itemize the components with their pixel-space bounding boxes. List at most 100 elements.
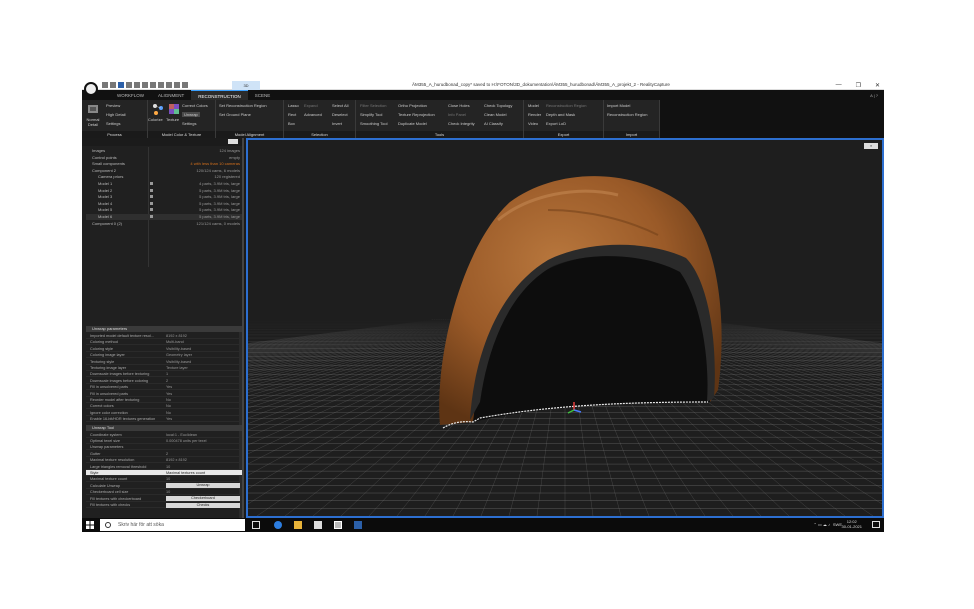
parameter-value[interactable]: Geometry layer [166, 352, 192, 358]
parameter-value[interactable]: Texture layer [166, 365, 188, 371]
tree-row[interactable]: Component 2 120/124 cams, 6 models [86, 168, 242, 174]
scene-canvas[interactable] [248, 140, 882, 516]
tree-row[interactable]: Component 0 (2) 121/124 cams, 0 models [86, 221, 242, 227]
workspace-layout-icon[interactable] [166, 82, 172, 88]
deselect-button[interactable]: Deselect [332, 112, 348, 117]
workspace-layout-icon[interactable] [150, 82, 156, 88]
parameter-row[interactable]: Texturing image layer Texture layer [86, 365, 242, 371]
edge-browser-icon[interactable] [274, 521, 282, 529]
color-settings-button[interactable]: Settings [182, 121, 196, 126]
store-icon[interactable] [314, 521, 322, 529]
export-reconstruction-region-button[interactable]: Reconstruction Region [546, 103, 586, 108]
parameter-value[interactable]: Yes [166, 384, 172, 390]
advanced-button[interactable]: Advanced [304, 112, 322, 117]
notifications-icon[interactable] [872, 521, 880, 528]
workspace-layout-icon[interactable] [102, 82, 108, 88]
parameter-value[interactable]: 10 [166, 489, 170, 495]
close-holes-button[interactable]: Close Holes [448, 103, 470, 108]
parameter-row[interactable]: Fill in unsolvered parts Yes [86, 391, 242, 397]
tree-row[interactable]: Control points empty [86, 155, 242, 161]
parameters-section-header[interactable]: Unwrap Tool [86, 424, 242, 431]
parameter-row[interactable]: Unwrap parameters [86, 444, 242, 451]
depth-and-mask-button[interactable]: Depth and Mask [546, 112, 575, 117]
model-visibility-icon[interactable] [150, 201, 153, 205]
parameter-row[interactable]: Coloring method Multi-band [86, 339, 242, 346]
export-lod-button[interactable]: Export LoD [546, 121, 566, 126]
workspace-layout-icon[interactable] [110, 82, 116, 88]
import-model-button[interactable]: Import Model [607, 103, 630, 108]
tree-row[interactable]: Model 3 5 parts, 3.9M tris, large [86, 194, 242, 200]
process-settings-button[interactable]: Settings [106, 121, 120, 126]
parameter-row[interactable]: Calculate Unwrap Unwrap [86, 483, 242, 489]
3d-viewport[interactable]: ≡ [246, 138, 884, 518]
parameter-row[interactable]: Fill textures with checkerboard Checkerbo… [86, 496, 242, 502]
parameter-row[interactable]: Enable 16-bit/HDR textures generation Yes [86, 416, 242, 423]
workspace-layout-icon[interactable] [174, 82, 180, 88]
set-reconstruction-region-button[interactable]: Set Reconstruction Region [219, 103, 267, 108]
parameter-row[interactable]: Coordinate system local:1 - Euclidean [86, 432, 242, 438]
word-icon[interactable] [354, 521, 362, 529]
parameter-row[interactable]: Ignore color correction No [86, 410, 242, 416]
set-ground-plane-button[interactable]: Set Ground Plane [219, 112, 251, 117]
tree-row[interactable]: Model 6 5 parts, 3.9M tris, large [86, 214, 242, 220]
workspace-layout-icon[interactable] [142, 82, 148, 88]
import-reconstruction-region-button[interactable]: Reconstruction Region [607, 112, 647, 117]
app-logo-icon[interactable] [84, 82, 98, 96]
export-model-button[interactable]: Model [528, 103, 539, 108]
tab-reconstruction[interactable]: RECONSTRUCTION [191, 90, 248, 100]
parameter-row[interactable]: Reorder model after texturing No [86, 397, 242, 403]
parameter-action-button[interactable]: Checkerboard [166, 496, 240, 502]
close-button[interactable]: ✕ [875, 82, 880, 89]
select-all-button[interactable]: Select All [332, 103, 348, 108]
ai-classify-button[interactable]: AI Classify [484, 121, 503, 126]
parameter-value[interactable]: Yes [166, 416, 172, 422]
colorize-button[interactable]: Colorize [148, 117, 163, 122]
tree-row[interactable]: Model 4 5 parts, 3.9M tris, large [86, 201, 242, 207]
parameter-value[interactable]: 0.000478 units per texel [166, 438, 207, 444]
tree-row[interactable]: Small components 4 with less than 10 came… [86, 161, 242, 167]
windows-start-icon[interactable] [86, 521, 94, 529]
realitycapture-taskbar-icon[interactable] [334, 521, 342, 529]
workspace-layout-icon[interactable] [182, 82, 188, 88]
parameters-section-header[interactable]: Unwrap parameters [86, 326, 242, 332]
high-detail-button[interactable]: High Detail [106, 112, 126, 117]
tree-row[interactable]: Model 5 5 parts, 3.9M tris, large [86, 207, 242, 213]
model-visibility-icon[interactable] [150, 195, 153, 199]
tab-alignment[interactable]: ALIGNMENT [151, 90, 191, 100]
preview-button[interactable]: Preview [106, 103, 120, 108]
parameter-value[interactable]: 1 [166, 371, 168, 377]
tray-icons[interactable]: ⌃ ▭ ☁ ♪ [814, 522, 830, 527]
maximize-button[interactable]: ❐ [856, 82, 861, 89]
parameter-row[interactable]: Downscale images before coloring 2 [86, 378, 242, 384]
info-panel-button[interactable]: Info Panel [448, 112, 466, 117]
texture-reprojection-button[interactable]: Texture Reprojection [398, 112, 435, 117]
3d-view-badge[interactable]: 3D [232, 81, 260, 90]
parameter-row[interactable]: Texturing style Visibility-based [86, 359, 242, 365]
clean-model-button[interactable]: Clean Model [484, 112, 506, 117]
parameter-value[interactable]: Maximal textures count [166, 470, 205, 476]
parameter-value[interactable]: No [166, 403, 171, 409]
model-visibility-icon[interactable] [150, 208, 153, 212]
parameter-value[interactable]: Visibility-based [166, 359, 191, 365]
parameter-value[interactable]: 2 [166, 378, 168, 384]
lasso-button[interactable]: Lasso [288, 103, 299, 108]
export-video-button[interactable]: Video [528, 121, 538, 126]
help-menu[interactable]: A | ? [870, 93, 878, 98]
model-visibility-icon[interactable] [150, 215, 153, 218]
parameter-row[interactable]: Style Maximal textures count [86, 470, 242, 476]
parameter-row[interactable]: Optimal texel size 0.000478 units per tex… [86, 438, 242, 444]
parameter-row[interactable]: Maximal texture count 10 [86, 476, 242, 483]
workspace-layout-icon[interactable] [158, 82, 164, 88]
taskbar-search-input[interactable]: Skriv här för att söka [100, 519, 245, 531]
tree-row[interactable]: Model 1 4 parts, 3.9M tris, large [86, 181, 242, 187]
parameter-row[interactable]: Checkerboard cell size 10 [86, 489, 242, 496]
simplify-tool-button[interactable]: Simplify Tool [360, 112, 382, 117]
duplicate-model-button[interactable]: Duplicate Model [398, 121, 427, 126]
parameter-value[interactable]: Yes [166, 391, 172, 397]
workspace-layout-icon[interactable] [134, 82, 140, 88]
parameter-value[interactable]: 8192 x 8192 [166, 457, 187, 463]
tab-workflow[interactable]: WORKFLOW [110, 90, 151, 100]
parameter-row[interactable]: Coloring style Visibility-based [86, 346, 242, 352]
parameter-value[interactable]: Visibility-based [166, 346, 191, 352]
check-topology-button[interactable]: Check Topology [484, 103, 512, 108]
